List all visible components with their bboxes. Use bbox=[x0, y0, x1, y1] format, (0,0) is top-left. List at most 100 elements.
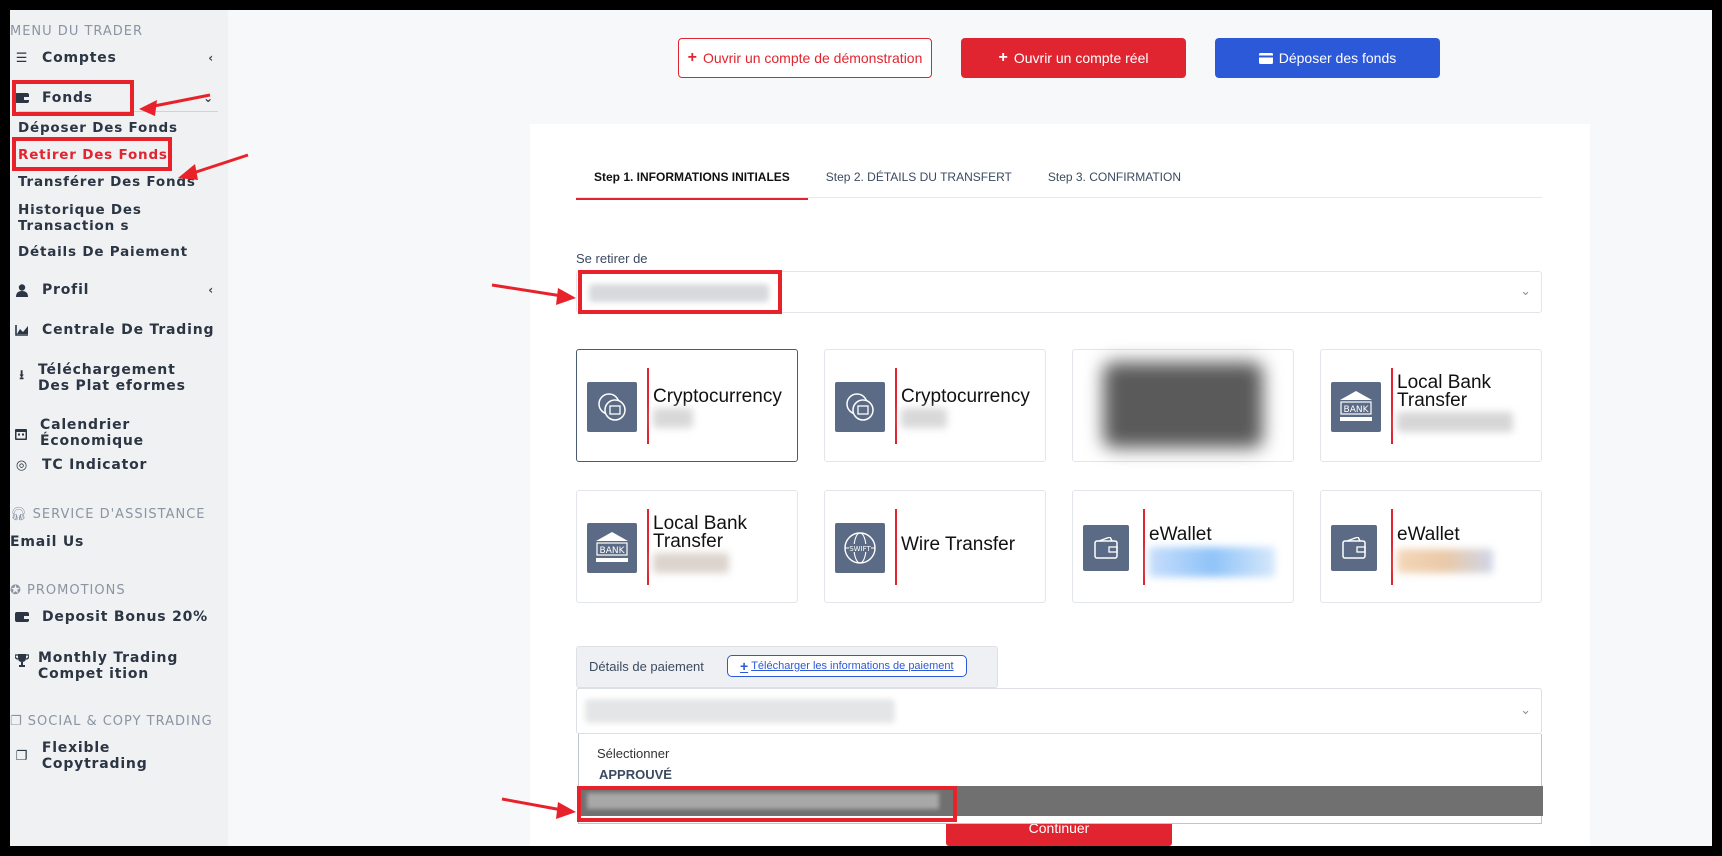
card-divider bbox=[1391, 368, 1393, 444]
sidebar-sub-history[interactable]: Historique Des Transaction s bbox=[18, 202, 218, 234]
method-card-ewallet-1[interactable]: eWallet bbox=[1072, 490, 1294, 603]
sidebar-item-downloads[interactable]: ⭳ Téléchargement Des Plat eformes bbox=[10, 362, 220, 394]
crypto-coins-icon bbox=[587, 382, 637, 432]
bank-icon: BANK bbox=[1331, 382, 1381, 432]
method-card-local-bank-2[interactable]: BANK Local Bank Transfer bbox=[576, 490, 798, 603]
method-card-blurred[interactable] bbox=[1072, 349, 1294, 462]
target-icon: ◎ bbox=[15, 457, 29, 473]
card-divider bbox=[895, 509, 897, 585]
sidebar-sub-payment-details[interactable]: Détails De Paiement bbox=[18, 244, 188, 260]
wallet-icon bbox=[12, 611, 32, 623]
tabs-underline bbox=[576, 197, 1542, 198]
card-divider bbox=[895, 368, 897, 444]
method-title: Local Bank Transfer bbox=[1397, 372, 1492, 411]
method-card-ewallet-2[interactable]: eWallet bbox=[1320, 490, 1542, 603]
calendar-icon bbox=[12, 427, 30, 440]
menu-section-title: MENU DU TRADER bbox=[10, 24, 144, 39]
email-us-link[interactable]: Email Us bbox=[10, 534, 84, 550]
svg-text:BANK: BANK bbox=[1344, 405, 1370, 415]
dropdown-option-select[interactable]: Sélectionner bbox=[597, 746, 669, 761]
method-title: eWallet bbox=[1397, 524, 1460, 545]
bank-icon: BANK bbox=[587, 523, 637, 573]
tab-step-1[interactable]: Step 1. INFORMATIONS INITIALES bbox=[576, 170, 808, 200]
app-window: MENU DU TRADER ☰ Comptes ‹ Fonds ⌄ Dépos… bbox=[10, 10, 1712, 846]
area-chart-icon bbox=[12, 324, 32, 336]
plus-icon: + bbox=[687, 49, 697, 66]
withdraw-from-label: Se retirer de bbox=[576, 251, 648, 266]
swift-globe-icon: SWIFT bbox=[835, 523, 885, 573]
sidebar-item-monthly-competition[interactable]: Monthly Trading Compet ition bbox=[10, 650, 220, 682]
redacted-selection bbox=[585, 699, 895, 723]
svg-text:BANK: BANK bbox=[600, 546, 626, 556]
payment-details-select[interactable]: ⌄ bbox=[576, 688, 1542, 734]
redacted-text bbox=[653, 553, 729, 573]
chevron-down-icon: ⌄ bbox=[1520, 702, 1531, 717]
chevron-down-icon: ⌄ bbox=[1520, 283, 1531, 298]
sidebar-item-tc-indicator[interactable]: ◎ TC Indicator bbox=[10, 457, 220, 473]
sidebar-item-calendar[interactable]: Calendrier Économique bbox=[10, 417, 220, 449]
method-card-crypto-2[interactable]: Cryptocurrency bbox=[824, 349, 1046, 462]
trophy-icon bbox=[12, 654, 32, 667]
open-real-account-button[interactable]: + Ouvrir un compte réel bbox=[961, 38, 1186, 78]
wallet-icon bbox=[1083, 525, 1129, 571]
card-divider bbox=[1391, 509, 1393, 585]
dropdown-group-approved: APPROUVÉ bbox=[599, 767, 672, 782]
method-title: Wire Transfer bbox=[901, 534, 1016, 555]
deposit-funds-button[interactable]: Déposer des fonds bbox=[1215, 38, 1440, 78]
method-card-crypto-1[interactable]: Cryptocurrency bbox=[576, 349, 798, 462]
method-title: Cryptocurrency bbox=[901, 386, 1030, 407]
sidebar-item-deposit-bonus[interactable]: Deposit Bonus 20% bbox=[10, 609, 220, 625]
support-section-title: 🎧︎ SERVICE D'ASSISTANCE bbox=[10, 507, 206, 522]
open-demo-account-button[interactable]: + Ouvrir un compte de démonstration bbox=[678, 38, 932, 78]
crypto-coins-icon bbox=[835, 382, 885, 432]
sidebar-item-profile[interactable]: Profil ‹ bbox=[10, 282, 220, 298]
credit-card-icon bbox=[1258, 52, 1273, 64]
blurred-logo bbox=[1103, 362, 1263, 448]
sidebar-sub-transfer[interactable]: Transférer Des Fonds bbox=[18, 174, 196, 190]
card-divider bbox=[1143, 509, 1145, 585]
annotation-arrow bbox=[139, 93, 211, 116]
plus-icon: + bbox=[740, 658, 749, 674]
sidebar-sub-deposit[interactable]: Déposer Des Fonds bbox=[18, 120, 178, 136]
list-icon: ☰ bbox=[15, 50, 29, 66]
payment-details-label: Détails de paiement bbox=[589, 659, 704, 674]
method-card-local-bank-1[interactable]: BANK Local Bank Transfer bbox=[1320, 349, 1542, 462]
step-tabs: Step 1. INFORMATIONS INITIALES Step 2. D… bbox=[576, 170, 1199, 200]
tab-step-3[interactable]: Step 3. CONFIRMATION bbox=[1030, 170, 1199, 200]
sidebar-item-accounts[interactable]: ☰ Comptes ‹ bbox=[10, 50, 220, 66]
sidebar-item-trading-center[interactable]: Centrale De Trading bbox=[10, 322, 220, 338]
method-title: eWallet bbox=[1149, 524, 1212, 545]
annotation-arrow bbox=[178, 153, 249, 180]
method-title: Local Bank Transfer bbox=[653, 513, 748, 552]
annotation-box-withdraw-from bbox=[578, 270, 782, 314]
headset-icon: 🎧︎ bbox=[10, 507, 28, 522]
copy-icon: ❐ bbox=[10, 714, 23, 729]
card-divider bbox=[647, 509, 649, 585]
user-icon bbox=[12, 283, 32, 297]
tab-step-2[interactable]: Step 2. DÉTAILS DU TRANSFERT bbox=[808, 170, 1030, 200]
plus-icon: + bbox=[998, 49, 1008, 66]
promotions-section-title: ✪ PROMOTIONS bbox=[10, 583, 126, 598]
copy-icon: ❐ bbox=[15, 748, 29, 764]
sidebar-item-copytrading[interactable]: ❐ Flexible Copytrading bbox=[10, 740, 220, 772]
annotation-box-funds bbox=[12, 80, 134, 116]
redacted-text bbox=[653, 408, 693, 428]
annotation-arrow bbox=[501, 797, 576, 819]
upload-payment-info-button[interactable]: + Télécharger les informations de paieme… bbox=[727, 655, 967, 677]
annotation-arrow bbox=[491, 283, 576, 305]
chevron-left-icon: ‹ bbox=[208, 283, 214, 297]
method-title: Cryptocurrency bbox=[653, 386, 782, 407]
social-section-title: ❐ SOCIAL & COPY TRADING bbox=[10, 714, 213, 729]
card-divider bbox=[647, 368, 649, 444]
redacted-text bbox=[1397, 549, 1493, 573]
chevron-left-icon: ‹ bbox=[208, 51, 214, 65]
download-icon: ⭳ bbox=[19, 368, 25, 383]
svg-text:SWIFT: SWIFT bbox=[849, 545, 871, 553]
award-icon: ✪ bbox=[10, 583, 22, 598]
sidebar: MENU DU TRADER ☰ Comptes ‹ Fonds ⌄ Dépos… bbox=[10, 10, 228, 846]
method-card-wire-transfer[interactable]: SWIFT Wire Transfer bbox=[824, 490, 1046, 603]
annotation-box-withdraw bbox=[12, 137, 172, 171]
redacted-text bbox=[901, 408, 947, 428]
redacted-text bbox=[1149, 547, 1275, 577]
redacted-text bbox=[1397, 412, 1513, 432]
